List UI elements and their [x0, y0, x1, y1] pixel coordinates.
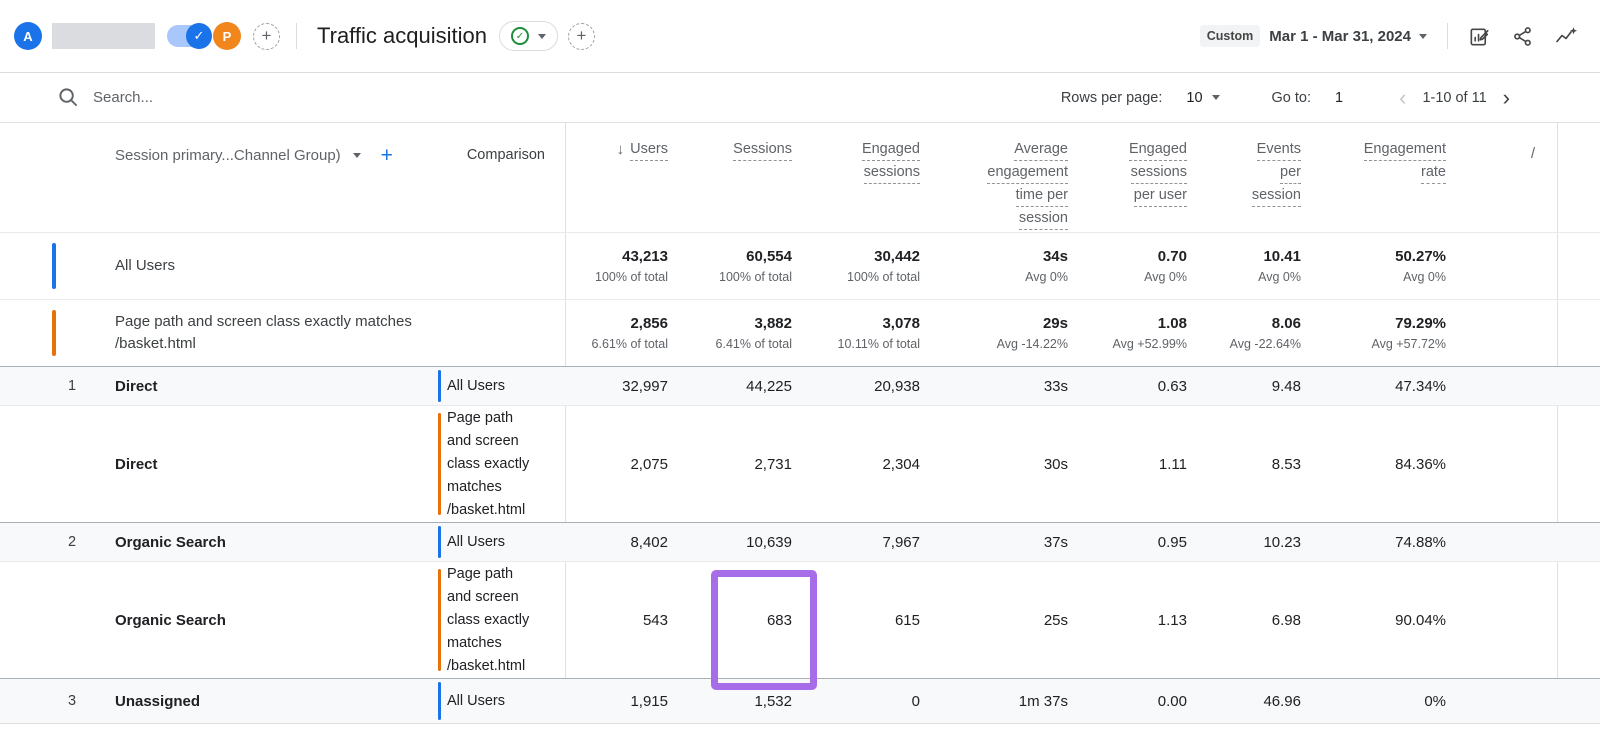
comparison-accent-bar	[438, 413, 441, 515]
channel-label: Unassigned	[115, 679, 438, 723]
row-index: 3	[0, 679, 115, 723]
share-button[interactable]	[1511, 25, 1534, 48]
table-row: 2 Organic Search All Users 8,402 10,639 …	[0, 523, 1600, 562]
column-header-events-per-session[interactable]: Events per session	[1187, 123, 1301, 232]
plus-icon: +	[262, 26, 272, 46]
table-header-row: Session primary...Channel Group) + Compa…	[0, 123, 1600, 233]
column-header-avg-engagement-time[interactable]: Average engagement time per session	[920, 123, 1068, 232]
row-index: 1	[0, 367, 115, 405]
chevron-down-icon[interactable]	[1419, 34, 1427, 39]
channel-label: Organic Search	[115, 523, 438, 561]
summary-label: Page path and screen class exactly match…	[115, 311, 412, 355]
column-header-engaged-sessions-per-user[interactable]: Engaged sessions per user	[1068, 123, 1187, 232]
all-users-accent-bar	[438, 370, 441, 402]
table-controls: Rows per page: 10 Go to: 1 ‹ 1-10 of 11 …	[0, 73, 1600, 123]
search-icon	[58, 87, 79, 108]
insights-icon	[1554, 24, 1578, 48]
next-page-button[interactable]: ›	[1503, 87, 1510, 109]
toggle-check-icon: ✓	[186, 23, 212, 49]
chevron-down-icon	[353, 153, 361, 158]
comparison-column-header: Comparison	[438, 147, 565, 163]
all-users-accent-bar	[438, 526, 441, 558]
pagination: Rows per page: 10 Go to: 1 ‹ 1-10 of 11 …	[1061, 87, 1510, 109]
segment-label: All Users	[438, 690, 505, 713]
segment-label: All Users	[438, 531, 505, 554]
summary-row-basket-comparison: Page path and screen class exactly match…	[0, 300, 1600, 367]
share-icon	[1511, 25, 1534, 48]
plus-icon: +	[577, 26, 587, 46]
divider	[52, 23, 155, 49]
column-header-users[interactable]: ↓Users	[565, 123, 668, 232]
highlighted-sessions-value: 683	[767, 612, 792, 629]
column-header-engagement-rate[interactable]: Engagement rate	[1301, 123, 1446, 232]
segment-label: Page path and screen class exactly match…	[438, 563, 529, 678]
insights-button[interactable]	[1554, 24, 1578, 48]
goto-label: Go to:	[1272, 90, 1312, 106]
channel-label: Direct	[115, 367, 438, 405]
search-input[interactable]	[93, 89, 393, 106]
goto-page-input[interactable]: 1	[1335, 90, 1343, 106]
table-row: Direct Page path and screen class exactl…	[0, 406, 1600, 523]
page-title: Traffic acquisition	[317, 23, 487, 49]
column-header-clipped: /	[1446, 123, 1557, 232]
comparison-toggle[interactable]: ✓	[167, 25, 209, 47]
previous-page-button[interactable]: ‹	[1399, 87, 1406, 109]
add-dimension-button[interactable]: +	[381, 145, 393, 166]
segment-label: Page path and screen class exactly match…	[438, 407, 529, 522]
rows-per-page-select[interactable]: 10	[1186, 90, 1202, 106]
channel-label: Direct	[115, 406, 438, 522]
dimension-selector-label: Session primary...Channel Group)	[115, 147, 341, 164]
comparison-accent-bar	[52, 310, 56, 356]
all-users-accent-bar	[438, 682, 441, 720]
dimension-selector[interactable]: Session primary...Channel Group) +	[115, 145, 393, 166]
column-header-sessions[interactable]: Sessions	[668, 123, 792, 232]
customize-report-button[interactable]	[1468, 25, 1491, 48]
chevron-down-icon[interactable]	[1212, 95, 1220, 100]
add-report-button[interactable]: +	[568, 23, 595, 50]
chevron-down-icon	[538, 34, 546, 39]
row-index: 2	[0, 523, 115, 561]
table-row: Organic Search Page path and screen clas…	[0, 562, 1600, 679]
property-avatar[interactable]: P	[213, 22, 241, 50]
search-box	[58, 87, 393, 108]
channel-label: Organic Search	[115, 562, 438, 678]
summary-label: All Users	[115, 255, 175, 277]
app-header: A ✓ P + Traffic acquisition ✓ + Custom M…	[0, 0, 1600, 72]
edit-report-icon	[1468, 25, 1491, 48]
comparison-accent-bar	[438, 569, 441, 671]
table-row: 3 Unassigned All Users 1,915 1,532 0 1m …	[0, 679, 1600, 724]
column-header-engaged-sessions[interactable]: Engaged sessions	[792, 123, 920, 232]
divider	[1447, 23, 1448, 49]
add-comparison-button[interactable]: +	[253, 23, 280, 50]
date-range-selector[interactable]: Mar 1 - Mar 31, 2024	[1269, 28, 1411, 45]
date-mode-badge: Custom	[1200, 25, 1261, 47]
report-table: Rows per page: 10 Go to: 1 ‹ 1-10 of 11 …	[0, 72, 1600, 738]
segment-label: All Users	[438, 375, 505, 398]
avatar[interactable]: A	[14, 22, 42, 50]
sort-desc-icon: ↓	[617, 141, 625, 158]
report-status-dropdown[interactable]: ✓	[499, 21, 558, 51]
divider	[296, 23, 297, 49]
table-row: 1 Direct All Users 32,997 44,225 20,938 …	[0, 367, 1600, 406]
dimension-header-cell: Session primary...Channel Group) + Compa…	[0, 123, 565, 232]
pagination-range: 1-10 of 11	[1422, 90, 1486, 106]
all-users-accent-bar	[52, 243, 56, 289]
rows-per-page-label: Rows per page:	[1061, 90, 1163, 106]
check-circle-icon: ✓	[511, 27, 529, 45]
summary-row-all-users: All Users 43,213100% of total 60,554100%…	[0, 233, 1600, 300]
